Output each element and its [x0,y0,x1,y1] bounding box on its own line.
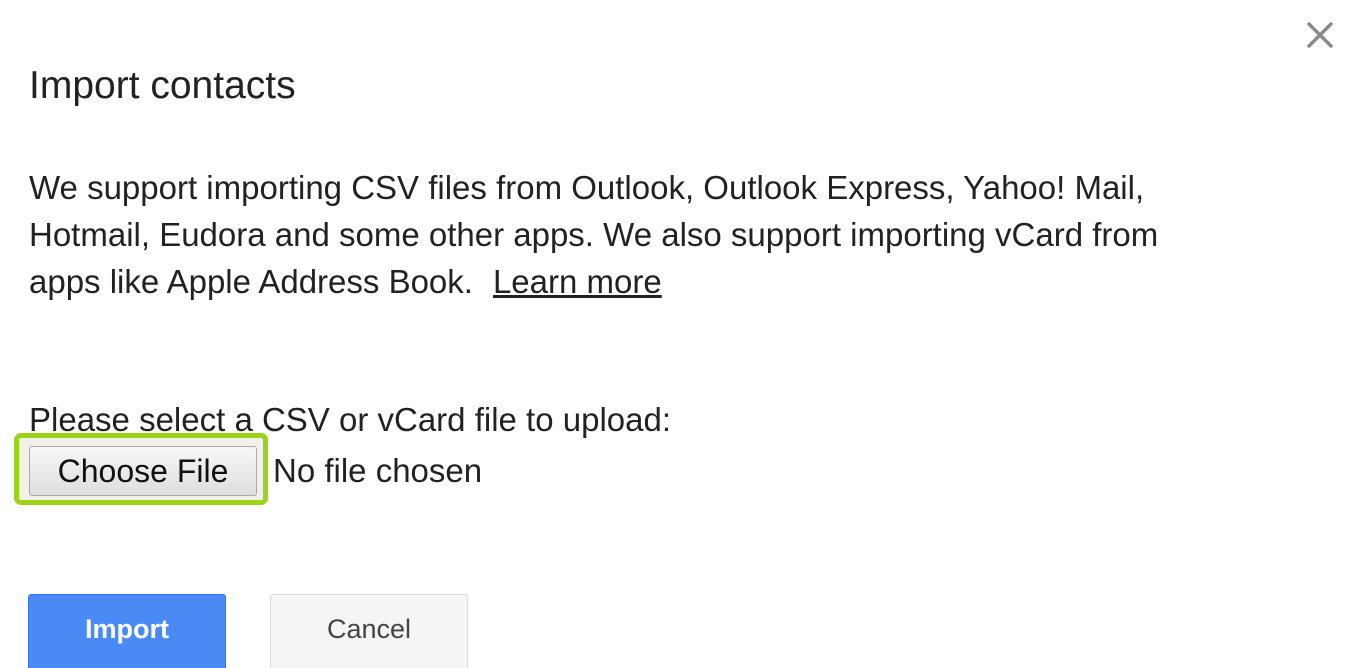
dialog-title: Import contacts [29,64,296,107]
close-button[interactable] [1301,18,1339,52]
choose-file-button[interactable]: Choose File [29,446,257,496]
description-line-3: apps like Apple Address Book. Learn more [29,258,1289,305]
description-line-1: We support importing CSV files from Outl… [29,169,1145,206]
close-icon [1307,22,1333,48]
description-line-2: Hotmail, Eudora and some other apps. We … [29,216,1159,253]
file-status: No file chosen [273,452,483,489]
learn-more-link[interactable]: Learn more [493,263,662,300]
cancel-button[interactable]: Cancel [270,594,468,668]
description-line-3-text: apps like Apple Address Book. [29,263,473,300]
import-button[interactable]: Import [28,594,226,668]
import-description: We support importing CSV files from Outl… [29,164,1289,305]
import-contacts-dialog: Import contacts We support importing CSV… [0,0,1348,668]
